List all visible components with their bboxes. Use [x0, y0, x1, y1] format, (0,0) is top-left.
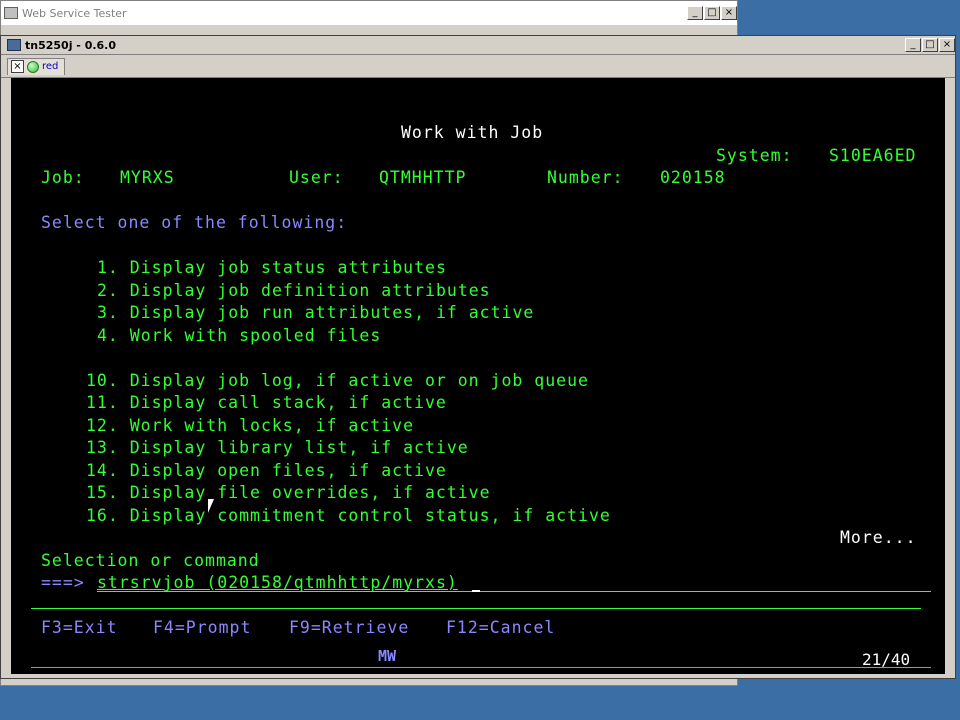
connection-status-icon: [27, 60, 39, 73]
menu-option[interactable]: 4. Work with spooled files: [97, 326, 381, 346]
job-value: MYRXS: [120, 168, 175, 187]
job-label: Job:: [41, 168, 85, 187]
status-separator: [31, 667, 931, 668]
text-cursor: [472, 590, 480, 592]
close-tab-icon[interactable]: ×: [11, 60, 24, 73]
selection-label: Selection or command: [41, 551, 260, 570]
menu-option[interactable]: 11. Display call stack, if active: [86, 393, 447, 413]
menu-option[interactable]: 13. Display library list, if active: [86, 438, 469, 458]
menu-option[interactable]: 2. Display job definition attributes: [97, 281, 491, 301]
window-titlebar[interactable]: tn5250j - 0.6.0: [1, 36, 955, 55]
command-input[interactable]: strsrvjob (020158/qtmhhttp/myrxs): [97, 573, 458, 593]
menu-option[interactable]: 1. Display job status attributes: [97, 258, 447, 278]
menu-option[interactable]: 12. Work with locks, if active: [86, 416, 414, 436]
screen-heading: Work with Job: [401, 123, 544, 142]
terminal-screen[interactable]: Work with Job System: S10EA6ED Job: MYRX…: [11, 78, 945, 674]
number-value: 020158: [660, 168, 726, 187]
system-value: S10EA6ED: [829, 146, 917, 165]
maximize-button[interactable]: □: [704, 6, 720, 20]
system-label: System:: [716, 146, 793, 165]
f12-cancel-key[interactable]: F12=Cancel: [446, 618, 555, 638]
close-button[interactable]: ×: [939, 38, 955, 52]
menu-option[interactable]: 3. Display job run attributes, if active: [97, 303, 534, 323]
desktop-background: [0, 686, 960, 720]
close-button[interactable]: ×: [721, 6, 737, 20]
menu-option[interactable]: 16. Display commitment control status, i…: [86, 506, 611, 526]
window-title: tn5250j - 0.6.0: [25, 38, 117, 52]
status-indicator: MW: [378, 647, 397, 665]
minimize-button[interactable]: _: [905, 38, 921, 52]
menu-option[interactable]: 15. Display file overrides, if active: [86, 483, 491, 503]
f9-retrieve-key[interactable]: F9=Retrieve: [289, 618, 409, 638]
app-icon: [4, 7, 18, 19]
user-label: User:: [289, 168, 344, 187]
user-value: QTMHHTTP: [379, 168, 467, 187]
cursor-position: 21/40: [862, 650, 911, 669]
background-window-controls: _ □ ×: [687, 6, 737, 20]
command-prompt: ===>: [41, 573, 85, 592]
terminal-icon: [7, 39, 21, 51]
menu-option[interactable]: 14. Display open files, if active: [86, 461, 447, 481]
session-tabbar: × red: [1, 55, 955, 78]
window-controls: _ □ ×: [905, 38, 955, 52]
f4-prompt-key[interactable]: F4=Prompt: [153, 618, 251, 638]
session-tab[interactable]: × red: [7, 57, 66, 75]
background-window-titlebar[interactable]: Web Service Tester: [1, 1, 737, 25]
instruction-text: Select one of the following:: [41, 213, 348, 232]
menu-option[interactable]: 10. Display job log, if active or on job…: [86, 371, 589, 391]
number-label: Number:: [547, 168, 624, 187]
separator-line: [31, 608, 921, 609]
maximize-button[interactable]: □: [922, 38, 938, 52]
minimize-button[interactable]: _: [687, 6, 703, 20]
tn5250j-window[interactable]: tn5250j - 0.6.0 _ □ × × red Work with Jo…: [0, 35, 956, 679]
mouse-pointer-icon: [208, 499, 220, 513]
more-indicator: More...: [840, 528, 917, 547]
command-field-underline: [97, 591, 931, 592]
background-window-title: Web Service Tester: [22, 6, 127, 20]
session-tab-label: red: [42, 61, 59, 72]
f3-exit-key[interactable]: F3=Exit: [41, 618, 118, 638]
